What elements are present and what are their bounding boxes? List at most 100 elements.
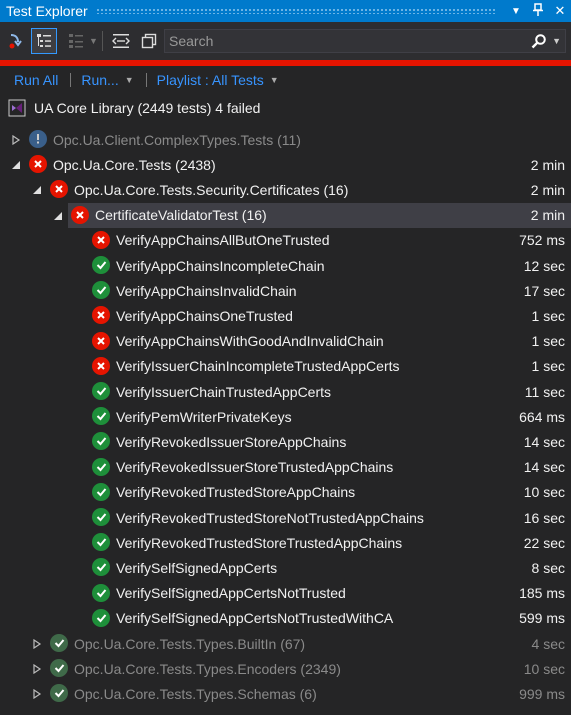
pin-icon[interactable] bbox=[527, 2, 549, 20]
passed-icon bbox=[92, 508, 110, 526]
passed-icon bbox=[92, 533, 110, 552]
test-duration: 8 sec bbox=[531, 559, 565, 576]
test-duration: 17 sec bbox=[523, 282, 565, 299]
failed-icon bbox=[92, 356, 110, 375]
test-name: CertificateValidatorTest (16) bbox=[95, 207, 267, 224]
tree-row[interactable]: VerifyRevokedTrustedStoreAppChains 10 sec bbox=[0, 480, 571, 505]
playlist-link[interactable]: Playlist : All Tests bbox=[157, 72, 264, 88]
expanded-triangle-icon[interactable] bbox=[31, 184, 43, 196]
expanded-triangle-icon[interactable] bbox=[52, 210, 64, 222]
project-icon bbox=[8, 99, 26, 117]
tree-row[interactable]: Opc.Ua.Client.ComplexTypes.Tests (11) bbox=[0, 127, 571, 152]
expand-collapse-icon[interactable] bbox=[109, 29, 133, 53]
title-bar: Test Explorer ▼ ✕ bbox=[0, 0, 571, 22]
tree-row[interactable]: VerifyIssuerChainTrustedAppCerts 11 sec bbox=[0, 379, 571, 404]
search-icon[interactable] bbox=[527, 33, 551, 49]
collapsed-triangle-icon[interactable] bbox=[10, 134, 22, 146]
test-name: VerifyAppChainsOneTrusted bbox=[116, 307, 293, 324]
tree-row[interactable]: VerifyRevokedTrustedStoreTrustedAppChain… bbox=[0, 530, 571, 555]
title-grip[interactable] bbox=[95, 8, 497, 14]
tree-row[interactable]: VerifyPemWriterPrivateKeys 664 ms bbox=[0, 404, 571, 429]
tree-row[interactable]: Opc.Ua.Core.Tests.Security.Certificates … bbox=[0, 177, 571, 202]
tree-row[interactable]: VerifyIssuerChainIncompleteTrustedAppCer… bbox=[0, 354, 571, 379]
hierarchy-dropdown-icon[interactable]: ▼ bbox=[89, 36, 98, 46]
tree-row[interactable]: VerifyRevokedIssuerStoreAppChains 14 sec bbox=[0, 429, 571, 454]
group-by-icon[interactable] bbox=[31, 28, 57, 54]
run-dropdown-icon[interactable]: ▼ bbox=[125, 75, 134, 85]
failed-icon bbox=[92, 230, 110, 249]
test-name: VerifyRevokedIssuerStoreTrustedAppChains bbox=[116, 459, 394, 476]
test-name: VerifyAppChainsAllButOneTrusted bbox=[116, 232, 330, 249]
test-name: VerifyAppChainsInvalidChain bbox=[116, 282, 297, 299]
passed-icon bbox=[92, 382, 110, 400]
test-duration: 14 sec bbox=[523, 459, 565, 476]
test-name: VerifyRevokedIssuerStoreAppChains bbox=[116, 433, 347, 450]
window-dropdown-icon[interactable]: ▼ bbox=[505, 6, 527, 17]
tree-row[interactable]: VerifyAppChainsOneTrusted 1 sec bbox=[0, 303, 571, 328]
test-duration: 4 sec bbox=[531, 635, 565, 652]
tree-row[interactable]: VerifyRevokedIssuerStoreTrustedAppChains… bbox=[0, 455, 571, 480]
test-name: VerifySelfSignedAppCertsNotTrusted bbox=[116, 585, 346, 602]
tree-row[interactable]: VerifyAppChainsInvalidChain 17 sec bbox=[0, 278, 571, 303]
test-name: VerifyAppChainsWithGoodAndInvalidChain bbox=[116, 333, 384, 350]
run-dropdown-link[interactable]: Run... bbox=[81, 72, 118, 88]
test-duration: 664 ms bbox=[519, 408, 565, 425]
tree-row[interactable]: Opc.Ua.Core.Tests (2438) 2 min bbox=[0, 152, 571, 177]
passed-icon bbox=[92, 432, 110, 451]
close-icon[interactable]: ✕ bbox=[549, 3, 571, 19]
passed-icon bbox=[50, 684, 68, 703]
test-name: Opc.Ua.Core.Tests (2438) bbox=[53, 156, 216, 173]
tree-row[interactable]: VerifyRevokedTrustedStoreNotTrustedAppCh… bbox=[0, 505, 571, 530]
test-duration: 16 sec bbox=[523, 509, 565, 526]
collapsed-triangle-icon[interactable] bbox=[31, 638, 43, 650]
tree-row[interactable]: VerifyAppChainsIncompleteChain 12 sec bbox=[0, 253, 571, 278]
tree-row[interactable]: VerifyAppChainsAllButOneTrusted 752 ms bbox=[0, 228, 571, 253]
tree-row[interactable]: VerifyAppChainsWithGoodAndInvalidChain 1 … bbox=[0, 329, 571, 354]
tree-row[interactable]: Opc.Ua.Core.Tests.Types.Encoders (2349) 1… bbox=[0, 656, 571, 681]
search-dropdown-icon[interactable]: ▼ bbox=[552, 36, 561, 46]
passed-icon bbox=[50, 659, 68, 678]
tree-row[interactable]: Opc.Ua.Core.Tests.Types.Schemas (6) 999 m… bbox=[0, 681, 571, 706]
failed-icon bbox=[71, 205, 89, 224]
passed-icon bbox=[92, 256, 110, 274]
copy-icon[interactable] bbox=[137, 29, 161, 53]
passed-icon bbox=[92, 608, 110, 627]
test-duration: 1 sec bbox=[531, 333, 565, 350]
collapsed-triangle-icon[interactable] bbox=[31, 663, 43, 675]
test-name: Opc.Ua.Core.Tests.Types.BuiltIn (67) bbox=[74, 635, 306, 652]
test-name: VerifySelfSignedAppCertsNotTrustedWithCA bbox=[116, 610, 394, 627]
test-name: VerifyIssuerChainIncompleteTrustedAppCer… bbox=[116, 358, 400, 375]
hierarchy-icon[interactable] bbox=[64, 29, 88, 53]
search-box[interactable]: ▼ bbox=[164, 29, 566, 53]
summary-label: UA Core Library (2449 tests) 4 failed bbox=[34, 100, 261, 116]
test-duration: 10 sec bbox=[523, 660, 565, 677]
expanded-triangle-icon[interactable] bbox=[10, 159, 22, 171]
tree-row[interactable]: VerifySelfSignedAppCertsNotTrustedWithCA… bbox=[0, 606, 571, 631]
run-failed-icon[interactable] bbox=[4, 29, 28, 53]
test-name: Opc.Ua.Core.Tests.Types.Schemas (6) bbox=[74, 685, 317, 702]
passed-icon bbox=[50, 634, 68, 652]
action-separator bbox=[70, 73, 72, 87]
run-all-link[interactable]: Run All bbox=[14, 72, 58, 88]
test-summary: UA Core Library (2449 tests) 4 failed bbox=[0, 94, 571, 122]
tree-row[interactable]: Opc.Ua.Core.Tests.Types.BuiltIn (67) 4 se… bbox=[0, 631, 571, 656]
test-duration: 2 min bbox=[530, 207, 565, 224]
failed-icon bbox=[50, 180, 68, 199]
test-name: Opc.Ua.Core.Tests.Types.Encoders (2349) bbox=[74, 660, 341, 677]
test-name: VerifyAppChainsIncompleteChain bbox=[116, 257, 325, 274]
failed-icon bbox=[92, 331, 110, 350]
action-separator bbox=[145, 73, 147, 87]
tree-row[interactable]: CertificateValidatorTest (16) 2 min bbox=[0, 202, 571, 228]
test-duration: 11 sec bbox=[524, 383, 565, 400]
search-input[interactable] bbox=[165, 32, 528, 50]
test-duration: 2 min bbox=[530, 181, 565, 198]
test-name: VerifyRevokedTrustedStoreNotTrustedAppCh… bbox=[116, 509, 424, 526]
collapsed-triangle-icon[interactable] bbox=[31, 688, 43, 700]
passed-icon bbox=[92, 583, 110, 602]
playlist-dropdown-icon[interactable]: ▼ bbox=[270, 75, 279, 85]
test-duration: 185 ms bbox=[519, 585, 565, 602]
tree-row[interactable]: VerifySelfSignedAppCertsNotTrusted 185 ms bbox=[0, 581, 571, 606]
test-duration: 22 sec bbox=[523, 534, 565, 551]
passed-icon bbox=[92, 482, 110, 501]
tree-row[interactable]: VerifySelfSignedAppCerts 8 sec bbox=[0, 555, 571, 580]
